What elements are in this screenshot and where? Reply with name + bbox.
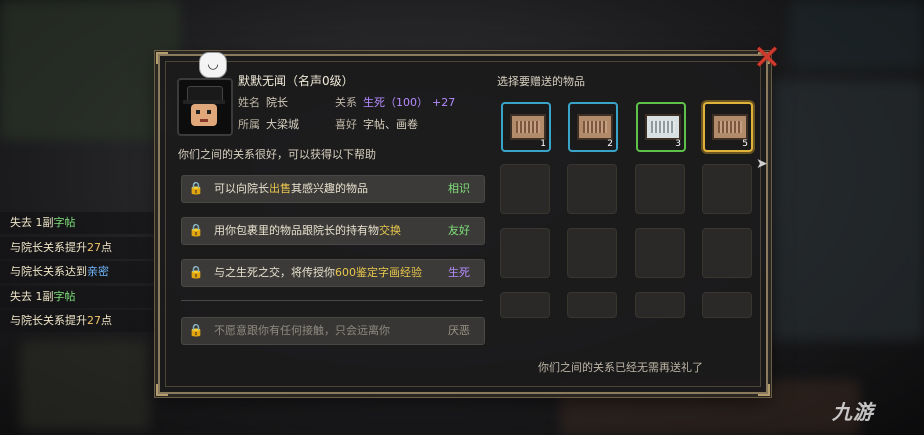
- gift-slot-empty[interactable]: [702, 164, 752, 214]
- gift-slot-empty[interactable]: [702, 292, 752, 318]
- npc-name: 默默无闻（名声0级）: [238, 74, 354, 88]
- gift-slot-empty[interactable]: [635, 164, 685, 214]
- npc-portrait: [177, 78, 233, 136]
- close-icon[interactable]: ✕: [752, 41, 782, 75]
- gift-slot[interactable]: 2: [568, 102, 618, 152]
- calligraphy-scroll-icon: [577, 114, 613, 140]
- gift-slot-empty[interactable]: [500, 228, 550, 278]
- painting-scroll-icon: [645, 114, 681, 140]
- gift-slot-empty[interactable]: [635, 292, 685, 318]
- lock-closed-icon: 🔒: [188, 323, 204, 337]
- gift-slot[interactable]: 3: [636, 102, 686, 152]
- help-row-sell: 🔒 可以向院长出售其感兴趣的物品 相识: [181, 175, 485, 203]
- gift-slot-empty[interactable]: [567, 292, 617, 318]
- calligraphy-scroll-icon: [510, 114, 546, 140]
- gift-slot-selected[interactable]: 5: [703, 102, 753, 152]
- lock-open-icon: 🔒: [188, 223, 204, 237]
- calligraphy-scroll-icon: [712, 114, 748, 140]
- help-title: 你们之间的关系很好，可以获得以下帮助: [178, 148, 376, 161]
- gift-slot-empty[interactable]: [702, 228, 752, 278]
- smile-emote-icon: ◡: [199, 52, 227, 78]
- gift-slot-empty[interactable]: [500, 292, 550, 318]
- gift-title: 选择要赠送的物品: [497, 75, 585, 88]
- gift-slot-empty[interactable]: [567, 228, 617, 278]
- mouse-cursor-icon: ➤: [756, 156, 768, 172]
- npc-likes: 喜好 字帖、画卷: [335, 118, 418, 131]
- gift-slot-empty[interactable]: [567, 164, 617, 214]
- gift-slot[interactable]: 1: [501, 102, 551, 152]
- tier-label: 厌恶: [448, 324, 470, 337]
- npc-faction: 所属 大梁城: [238, 118, 299, 131]
- lock-open-icon: 🔒: [188, 181, 204, 195]
- gift-slot-empty[interactable]: [500, 164, 550, 214]
- help-row-avoid: 🔒 不愿意跟你有任何接触，只会远离你 厌恶: [181, 317, 485, 345]
- tier-label: 生死: [448, 266, 470, 279]
- help-row-teach: 🔒 与之生死之交，将传授你600鉴定字画经验 生死: [181, 259, 485, 287]
- npc-surname: 姓名 院长: [238, 96, 288, 109]
- gift-slot-empty[interactable]: [635, 228, 685, 278]
- divider: [181, 300, 483, 301]
- npc-relation: 关系 生死（100） +27: [335, 96, 456, 109]
- no-gift-message: 你们之间的关系已经无需再送礼了: [538, 361, 703, 374]
- site-watermark: 九游: [832, 400, 874, 424]
- tier-label: 友好: [448, 224, 470, 237]
- help-row-exchange: 🔒 用你包裹里的物品跟院长的持有物交换 友好: [181, 217, 485, 245]
- lock-open-icon: 🔒: [188, 265, 204, 279]
- tier-label: 相识: [448, 182, 470, 195]
